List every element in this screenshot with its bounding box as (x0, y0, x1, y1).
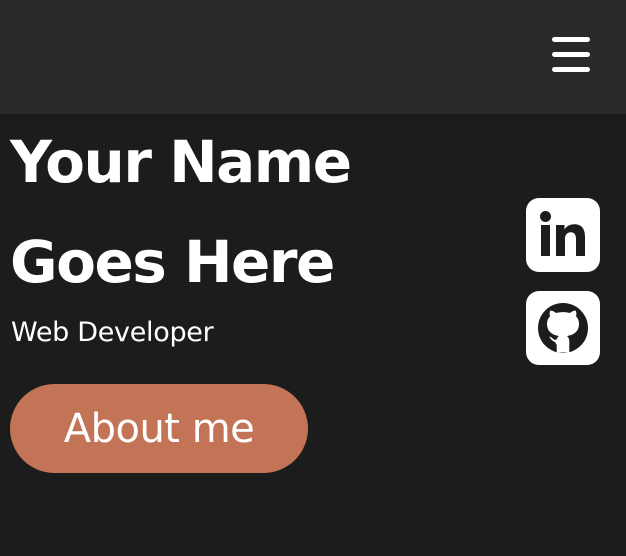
linkedin-link[interactable] (526, 198, 600, 272)
top-header (0, 0, 626, 114)
menu-button[interactable] (548, 34, 594, 76)
github-link[interactable] (526, 291, 600, 365)
menu-bar-top (552, 37, 590, 42)
about-me-button[interactable]: About me (10, 384, 308, 473)
hero-title-line-1: Your Name (10, 128, 352, 196)
linkedin-icon (540, 211, 585, 256)
menu-bar-middle (552, 52, 590, 57)
github-icon (538, 303, 588, 353)
menu-bar-bottom (552, 67, 590, 72)
hero-subtitle: Web Developer (11, 317, 214, 348)
hero-title: Your Name Goes Here (10, 112, 470, 312)
hero-title-line-2: Goes Here (10, 228, 335, 296)
